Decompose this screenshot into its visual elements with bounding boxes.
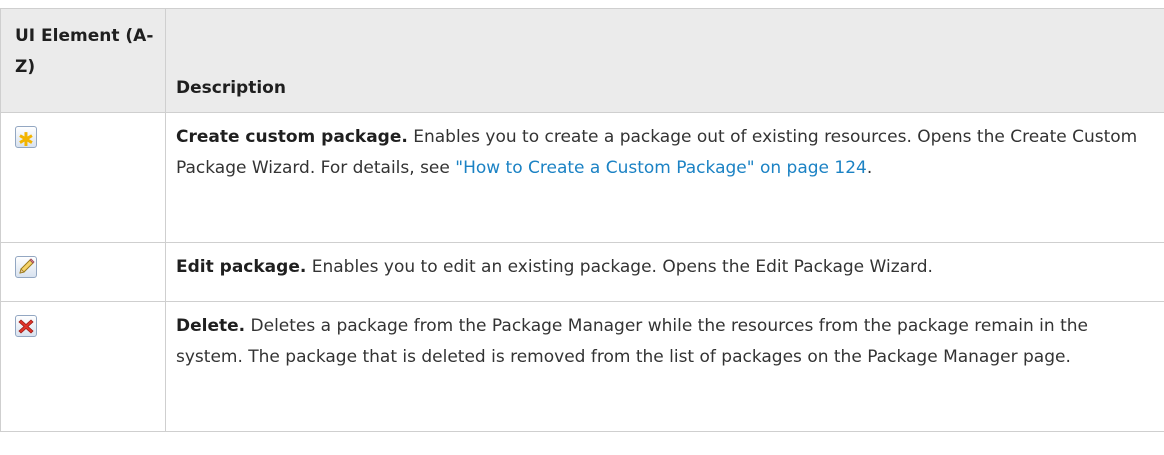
description-cell: Delete. Deletes a package from the Packa… <box>165 301 1164 432</box>
create-custom-package-icon: ✱ <box>15 126 37 151</box>
table-row: ✱ Create custom package. Enables you to … <box>0 112 1164 243</box>
description-text: Enables you to edit an existing package.… <box>306 257 933 277</box>
table-row: Delete. Deletes a package from the Packa… <box>0 301 1164 432</box>
ui-elements-table: UI Element (A-Z) Description ✱ Create cu… <box>0 8 1164 432</box>
delete-icon <box>15 315 37 337</box>
cross-reference-link[interactable]: "How to Create a Custom Package" on page… <box>455 158 867 178</box>
term-label: Delete. <box>176 316 246 336</box>
description-cell: Create custom package. Enables you to cr… <box>165 112 1164 243</box>
description-cell: Edit package. Enables you to edit an exi… <box>165 242 1164 302</box>
description-text-end: . <box>866 158 873 178</box>
edit-package-icon <box>15 256 37 278</box>
description-text: Deletes a package from the Package Manag… <box>176 316 1088 367</box>
icon-cell <box>0 242 166 302</box>
term-label: Edit package. <box>176 257 307 277</box>
icon-cell: ✱ <box>0 112 166 243</box>
icon-cell <box>0 301 166 432</box>
ui-element-column-header: UI Element (A-Z) <box>0 8 166 113</box>
term-label: Create custom package. <box>176 127 408 147</box>
description-column-header: Description <box>165 8 1164 113</box>
table-header-row: UI Element (A-Z) Description <box>0 8 1164 113</box>
table-row: Edit package. Enables you to edit an exi… <box>0 242 1164 302</box>
